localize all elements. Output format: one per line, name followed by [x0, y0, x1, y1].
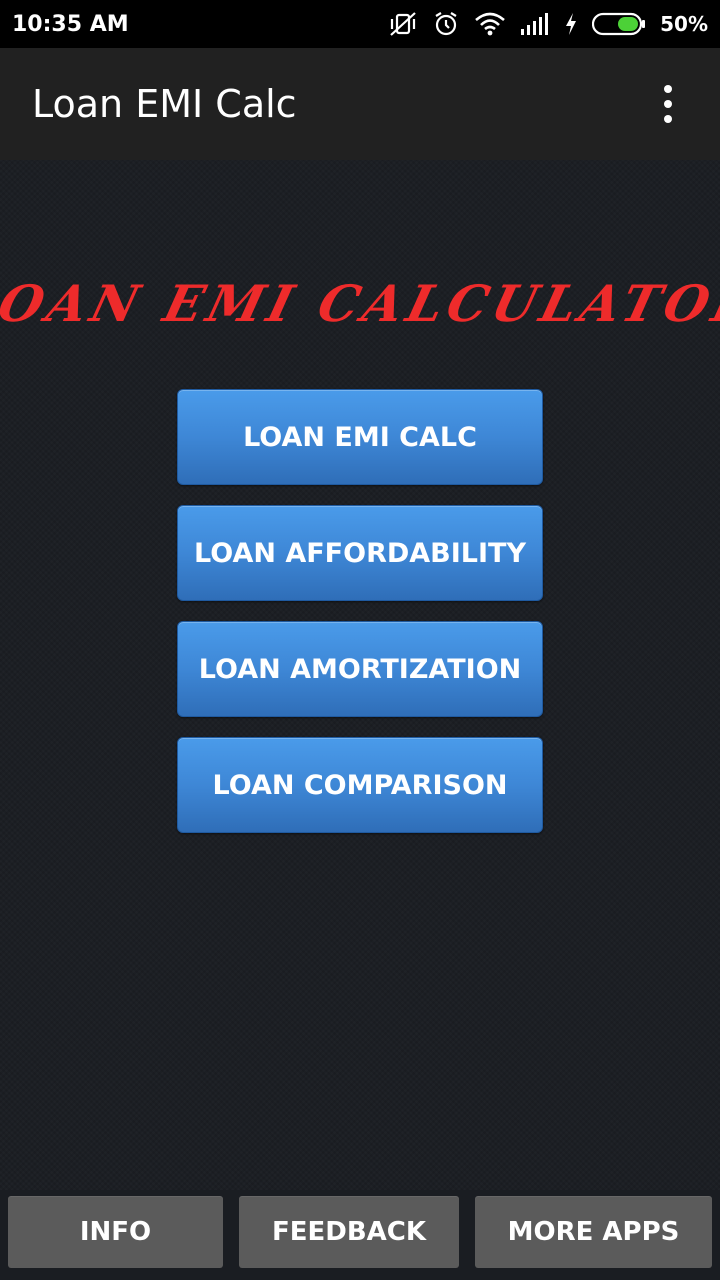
- app-title: Loan EMI Calc: [32, 82, 297, 126]
- battery-percent: 50%: [660, 12, 708, 36]
- loan-comparison-button[interactable]: LOAN COMPARISON: [177, 737, 543, 833]
- bottom-bar: INFO FEEDBACK MORE APPS: [0, 1190, 720, 1280]
- alarm-icon: [432, 10, 460, 38]
- status-bar: 10:35 AM 50%: [0, 0, 720, 48]
- main-content: LOAN EMI CALCULATOR LOAN EMI CALC LOAN A…: [0, 160, 720, 1190]
- loan-affordability-button[interactable]: LOAN AFFORDABILITY: [177, 505, 543, 601]
- status-icons: 50%: [388, 10, 708, 38]
- more-apps-button[interactable]: MORE APPS: [475, 1196, 712, 1268]
- app-banner-title: LOAN EMI CALCULATOR: [0, 273, 720, 333]
- app-bar: Loan EMI Calc: [0, 48, 720, 160]
- wifi-icon: [474, 11, 506, 37]
- loan-emi-calc-button[interactable]: LOAN EMI CALC: [177, 389, 543, 485]
- menu-dot: [664, 100, 672, 108]
- info-button[interactable]: INFO: [8, 1196, 223, 1268]
- charging-icon: [564, 12, 578, 36]
- menu-dot: [664, 85, 672, 93]
- battery-icon: [592, 12, 646, 36]
- signal-icon: [520, 12, 550, 36]
- menu-dot: [664, 115, 672, 123]
- status-time: 10:35 AM: [12, 11, 129, 37]
- feedback-button[interactable]: FEEDBACK: [239, 1196, 459, 1268]
- overflow-menu-icon[interactable]: [648, 74, 688, 134]
- vibrate-off-icon: [388, 10, 418, 38]
- loan-amortization-button[interactable]: LOAN AMORTIZATION: [177, 621, 543, 717]
